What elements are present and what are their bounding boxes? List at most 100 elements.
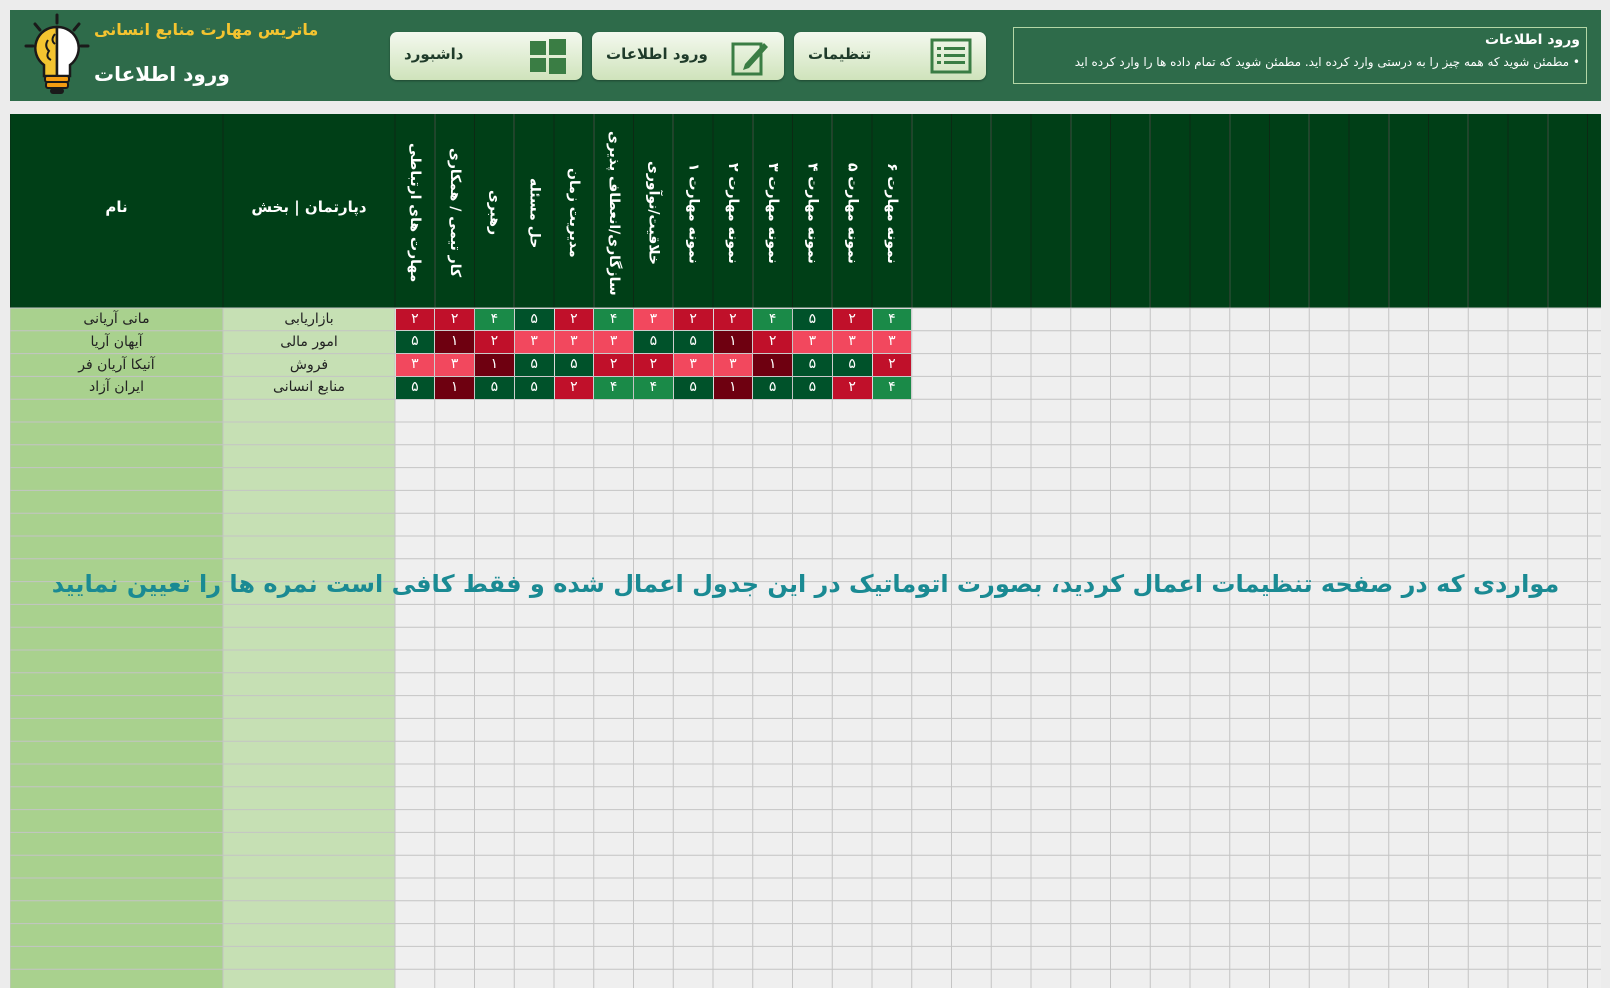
score-cell[interactable]: ۵ (673, 376, 713, 399)
score-cell[interactable]: ۲ (673, 308, 713, 331)
score-cell[interactable]: ۲ (395, 308, 435, 331)
skill-header-label: حل مسئله (526, 177, 543, 249)
department-cell[interactable]: منابع انسانی (223, 376, 395, 398)
employee-name-cell[interactable]: ایران آزاد (10, 376, 223, 398)
windows-grid-icon (530, 39, 566, 74)
score-cell[interactable]: ۵ (514, 354, 554, 376)
page-title: ورود اطلاعات (94, 62, 230, 86)
score-cell[interactable]: ۲ (594, 354, 633, 376)
instruction-note: مواردی که در صفحه تنظیمات اعمال کردید، ب… (51, 570, 1560, 598)
department-cell[interactable]: فروش (223, 354, 395, 376)
score-cell[interactable]: ۳ (594, 331, 633, 354)
list-icon (930, 38, 972, 74)
employee-name-cell[interactable]: آیهان آریا (10, 331, 223, 353)
lightbulb-brain-icon (24, 13, 90, 94)
skill-header-label: نمونه مهارت ۳ (764, 162, 781, 264)
score-cell[interactable]: ۵ (634, 331, 673, 354)
dashboard-button-label: داشبورد (404, 45, 464, 63)
skill-header-label: مدیریت زمان (566, 168, 582, 258)
score-cell[interactable]: ۲ (554, 376, 594, 399)
score-cell[interactable]: ۴ (475, 308, 514, 331)
info-text: • مطمئن شوید که همه چیز را به درستی وارد… (1074, 55, 1580, 69)
skill-header-3: رهبری (475, 118, 515, 308)
score-cell[interactable]: ۵ (793, 376, 832, 399)
score-cell[interactable]: ۳ (713, 354, 753, 376)
score-cell[interactable]: ۴ (634, 376, 673, 399)
score-cell[interactable]: ۳ (514, 331, 554, 354)
score-cell[interactable]: ۴ (872, 308, 912, 331)
skill-header-2: کار تیمی / همکاری (435, 118, 475, 308)
skill-header-8: نمونه مهارت ۱ (673, 118, 713, 308)
skill-header-label: نمونه مهارت ۶ (884, 162, 900, 264)
score-cell[interactable]: ۱ (435, 376, 474, 399)
score-cell[interactable]: ۵ (554, 354, 594, 376)
score-cell[interactable]: ۳ (554, 331, 594, 354)
score-cell[interactable]: ۵ (673, 331, 713, 354)
skill-header-6: سازگاری/انعطاف پذیری (594, 118, 634, 308)
score-cell[interactable]: ۴ (594, 376, 633, 399)
dashboard-button[interactable]: داشبورد (390, 32, 582, 80)
app-header: ماتریس مهارت منابع انسانی ورود اطلاعات د… (10, 10, 1601, 101)
score-cell[interactable]: ۲ (554, 308, 594, 331)
score-cell[interactable]: ۵ (832, 354, 872, 376)
score-cell[interactable]: ۵ (514, 376, 554, 399)
score-cell[interactable]: ۴ (594, 308, 633, 331)
skill-header-label: کار تیمی / همکاری (446, 148, 463, 278)
score-cell[interactable]: ۲ (435, 308, 474, 331)
score-cell[interactable]: ۳ (832, 331, 872, 354)
score-cell[interactable]: ۲ (475, 331, 514, 354)
score-cell[interactable]: ۴ (753, 308, 792, 331)
score-cell[interactable]: ۱ (713, 331, 753, 354)
score-cell[interactable]: ۲ (713, 308, 753, 331)
info-box: ورود اطلاعات • مطمئن شوید که همه چیز را … (1013, 27, 1587, 84)
department-column-header: دپارتمان | بخش (251, 198, 367, 216)
data-entry-button[interactable]: ورود اطلاعات (592, 32, 784, 80)
skill-header-11: نمونه مهارت ۴ (793, 118, 833, 308)
data-entry-button-label: ورود اطلاعات (606, 45, 708, 63)
score-cell[interactable]: ۳ (435, 354, 474, 376)
skill-matrix-sheet[interactable]: نام دپارتمان | بخش مهارت های ارتباطی کار … (10, 114, 1601, 988)
score-cell[interactable]: ۳ (872, 331, 912, 354)
score-cell[interactable]: ۱ (475, 354, 514, 376)
skill-header-label: خلاقیت/نوآوری (645, 161, 662, 265)
score-cell[interactable]: ۵ (395, 331, 435, 354)
skill-header-1: مهارت های ارتباطی (395, 118, 435, 308)
employee-name-cell[interactable]: آنیکا آریان فر (10, 354, 223, 376)
score-cell[interactable]: ۱ (753, 354, 792, 376)
employee-name-cell[interactable]: مانی آریانی (10, 308, 223, 330)
score-cell[interactable]: ۳ (673, 354, 713, 376)
skill-header-5: مدیریت زمان (554, 118, 594, 308)
score-cell[interactable]: ۵ (793, 308, 832, 331)
score-cell[interactable]: ۳ (634, 308, 673, 331)
skill-header-label: نمونه مهارت ۱ (685, 162, 702, 264)
score-cell[interactable]: ۲ (832, 376, 872, 399)
score-cell[interactable]: ۳ (395, 354, 435, 376)
app-subtitle: ماتریس مهارت منابع انسانی (94, 20, 319, 39)
score-cell[interactable]: ۲ (753, 331, 792, 354)
skill-header-label: نمونه مهارت ۲ (725, 162, 741, 264)
skill-header-label: سازگاری/انعطاف پذیری (605, 130, 622, 296)
score-cell[interactable]: ۵ (475, 376, 514, 399)
score-cell[interactable]: ۴ (872, 376, 912, 399)
skill-header-label: مهارت های ارتباطی (407, 143, 423, 283)
skill-header-10: نمونه مهارت ۳ (753, 118, 793, 308)
score-cell[interactable]: ۲ (872, 354, 912, 376)
settings-button-label: تنظیمات (808, 45, 872, 63)
department-cell[interactable]: بازاریابی (223, 308, 395, 330)
skill-header-label: نمونه مهارت ۵ (844, 162, 861, 264)
skill-header-7: خلاقیت/نوآوری (634, 118, 674, 308)
pencil-edit-icon (731, 42, 768, 76)
score-cell[interactable]: ۱ (713, 376, 753, 399)
score-cell[interactable]: ۲ (832, 308, 872, 331)
score-cell[interactable]: ۲ (634, 354, 673, 376)
skill-header-9: نمونه مهارت ۲ (713, 118, 753, 308)
score-cell[interactable]: ۱ (435, 331, 474, 354)
score-cell[interactable]: ۳ (793, 331, 832, 354)
settings-button[interactable]: تنظیمات (794, 32, 986, 80)
score-cell[interactable]: ۵ (753, 376, 792, 399)
department-cell[interactable]: امور مالی (223, 331, 395, 353)
score-cell[interactable]: ۵ (395, 376, 435, 399)
skill-header-13: نمونه مهارت ۶ (872, 118, 912, 308)
score-cell[interactable]: ۵ (514, 308, 554, 331)
score-cell[interactable]: ۵ (793, 354, 832, 376)
